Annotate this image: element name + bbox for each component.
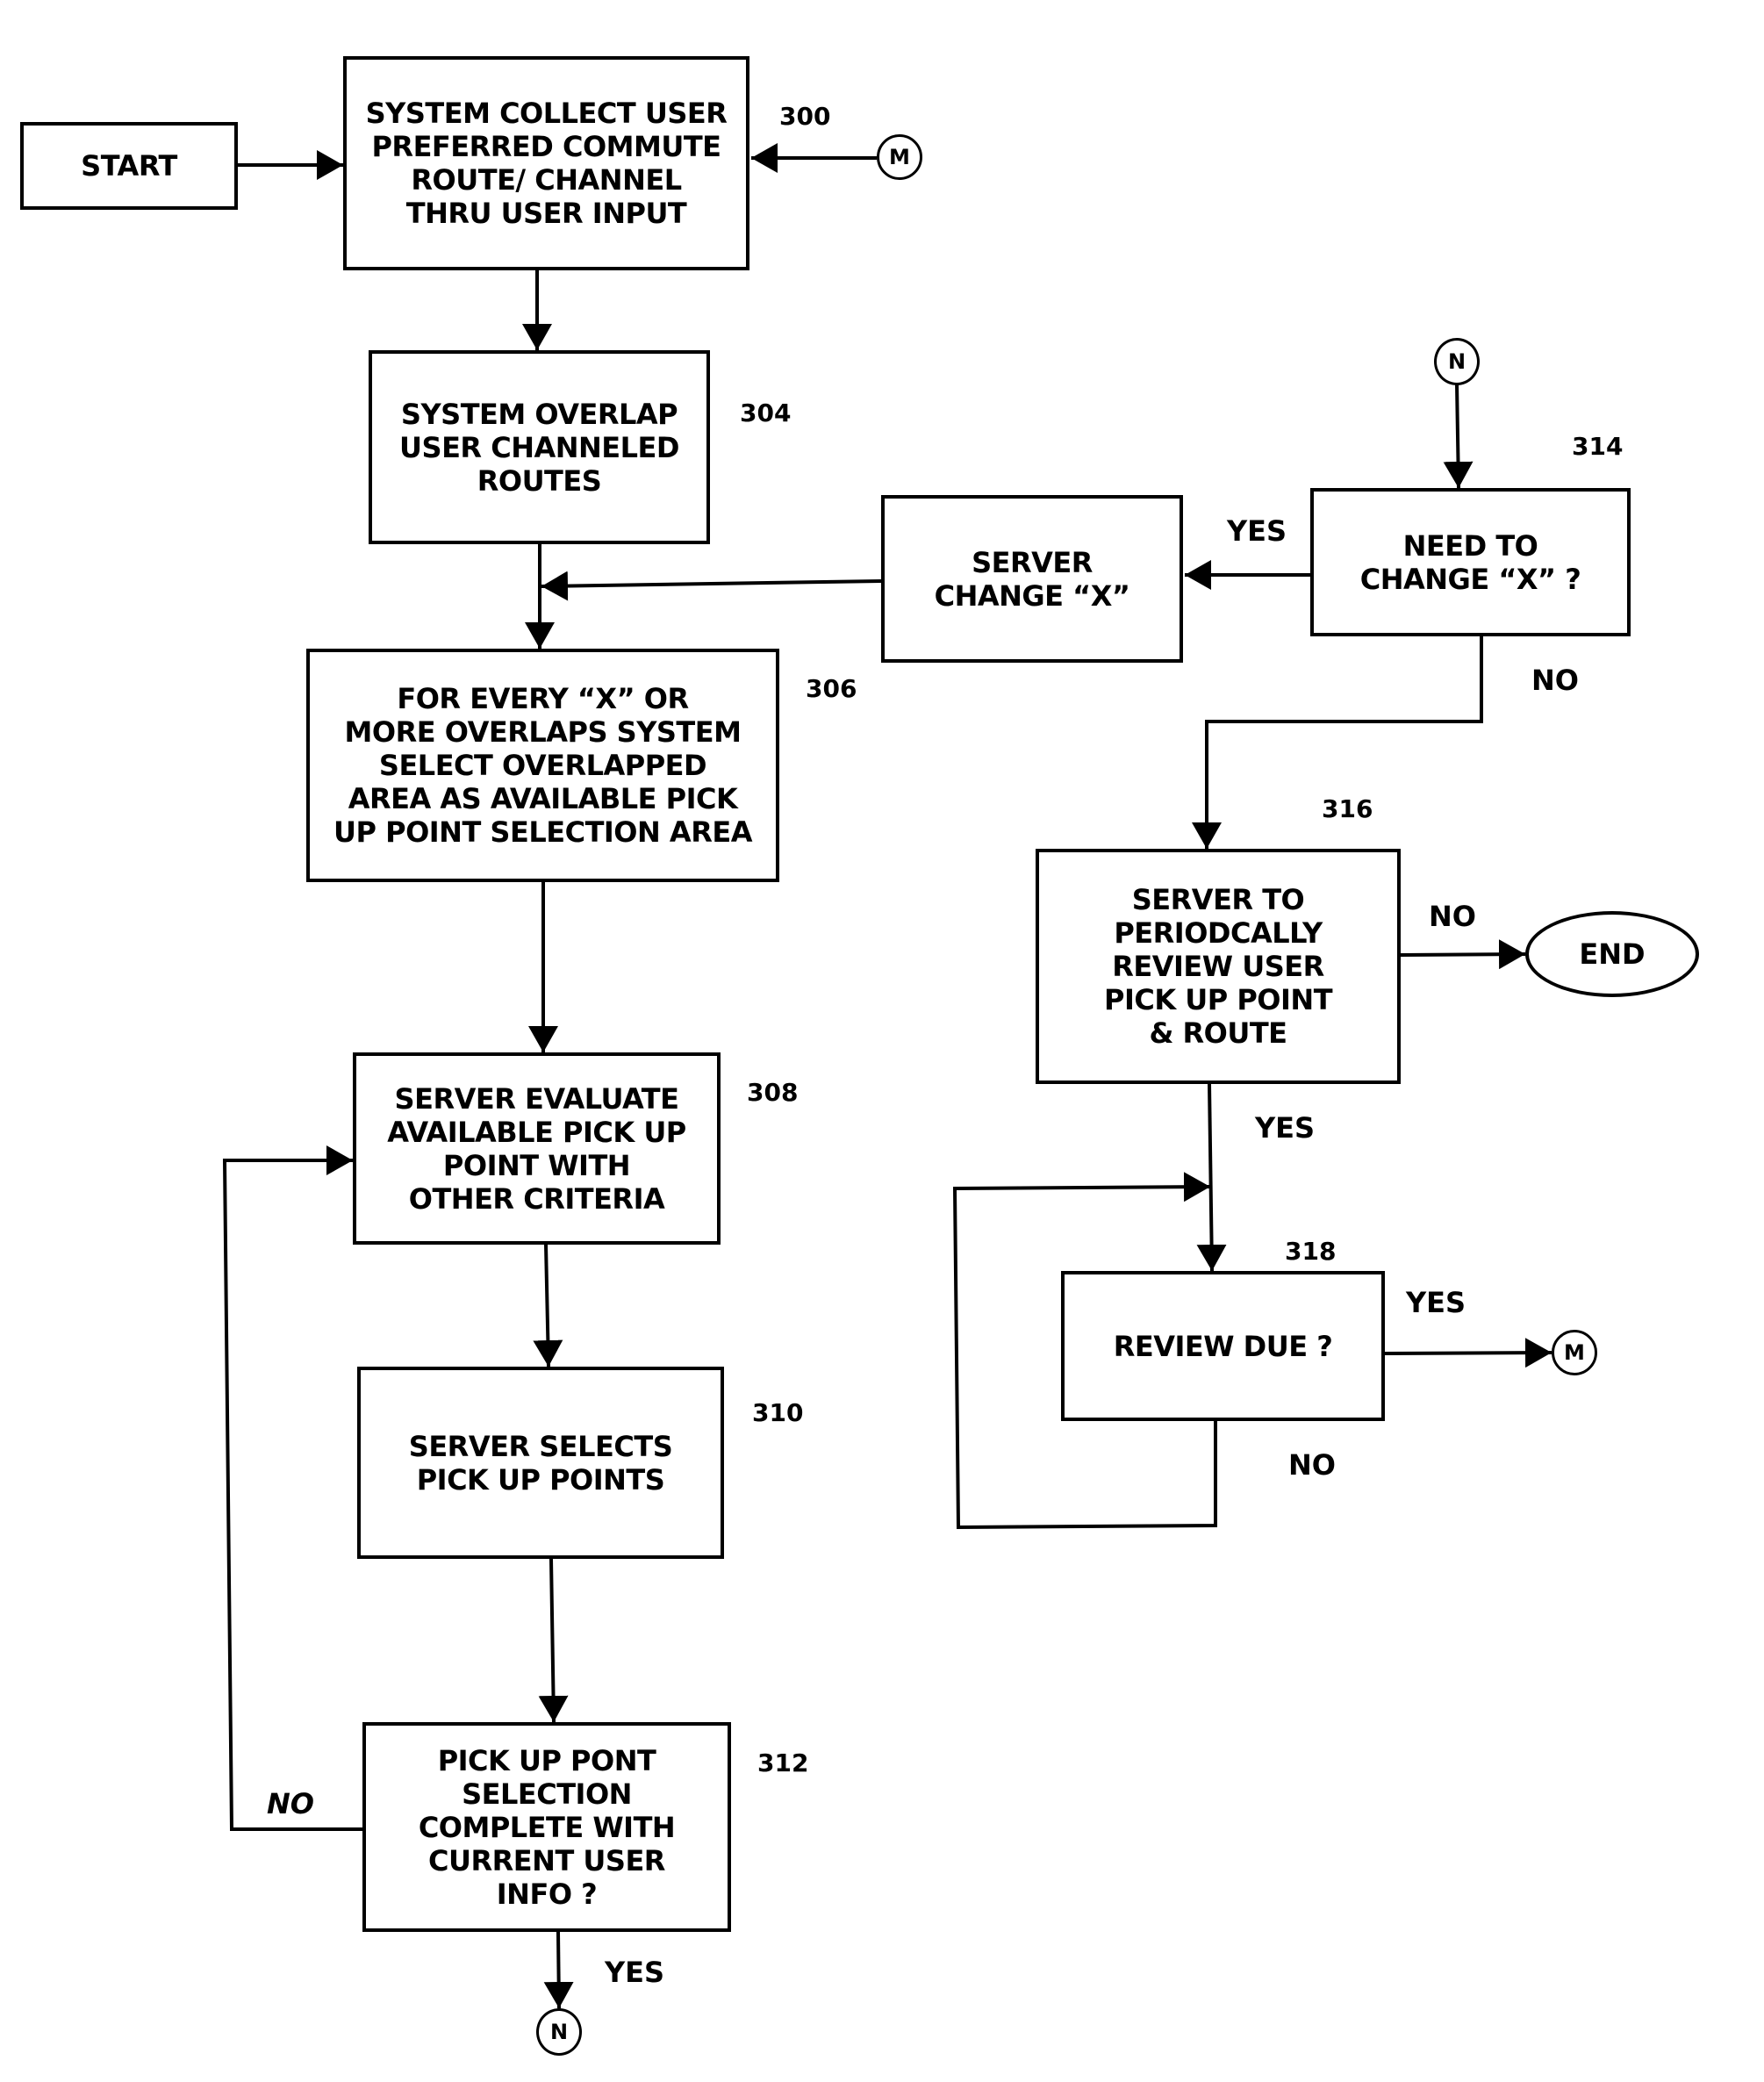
step-308-box[interactable]: SERVER EVALUATE AVAILABLE PICK UP POINT …	[353, 1052, 721, 1245]
step-306-text: FOR EVERY “X” OR MORE OVERLAPS SYSTEM SE…	[333, 682, 752, 849]
edge-308-to-310	[533, 1244, 563, 1368]
connector-m-right-label: M	[1564, 1340, 1585, 1365]
edge-316-no-to-end	[1400, 939, 1526, 970]
server-change-x-text: SERVER CHANGE “X”	[934, 545, 1130, 613]
connector-n-top[interactable]: N	[1434, 338, 1480, 385]
step-310-box[interactable]: SERVER SELECTS PICK UP POINTS	[357, 1367, 724, 1559]
start-terminal[interactable]: START	[20, 122, 238, 210]
edge-label-312-no: NO	[267, 1787, 314, 1820]
edge-312-yes-to-n	[543, 1931, 574, 2009]
server-change-x-box[interactable]: SERVER CHANGE “X”	[881, 495, 1183, 663]
step-310-text: SERVER SELECTS PICK UP POINTS	[408, 1429, 673, 1497]
step-306-box[interactable]: FOR EVERY “X” OR MORE OVERLAPS SYSTEM SE…	[306, 649, 779, 882]
step-308-text: SERVER EVALUATE AVAILABLE PICK UP POINT …	[387, 1081, 686, 1216]
edge-n-to-314	[1443, 384, 1474, 489]
connector-m-top[interactable]: M	[877, 134, 922, 180]
step-304-text: SYSTEM OVERLAP USER CHANNELED ROUTES	[399, 397, 679, 498]
edge-label-316-no: NO	[1429, 900, 1476, 933]
edge-label-314-no: NO	[1531, 664, 1579, 697]
edge-label-318-no: NO	[1288, 1448, 1336, 1482]
end-terminal[interactable]: END	[1525, 911, 1699, 997]
step-300-box[interactable]: SYSTEM COLLECT USER PREFERRED COMMUTE RO…	[343, 56, 749, 270]
edge-312-no-loop	[222, 1145, 362, 1831]
edge-label-314-yes: YES	[1227, 514, 1287, 548]
step-316-text: SERVER TO PERIODCALLY REVIEW USER PICK U…	[1103, 883, 1333, 1050]
edge-label-312-yes: YES	[605, 1956, 665, 1989]
connector-m-right[interactable]: M	[1552, 1330, 1597, 1375]
step-318-text: REVIEW DUE ?	[1113, 1329, 1333, 1363]
step-314-ref: 314	[1572, 432, 1624, 461]
step-300-ref: 300	[779, 102, 831, 131]
step-316-ref: 316	[1322, 794, 1373, 823]
step-314-box[interactable]: NEED TO CHANGE “X” ?	[1310, 488, 1631, 636]
step-306-ref: 306	[806, 674, 857, 703]
step-318-ref: 318	[1285, 1237, 1337, 1266]
step-316-box[interactable]: SERVER TO PERIODCALLY REVIEW USER PICK U…	[1036, 849, 1401, 1084]
connector-m-top-label: M	[889, 145, 910, 169]
edge-server-change-to-main	[541, 571, 882, 601]
edge-label-316-yes: YES	[1255, 1111, 1316, 1145]
flowchart-connectors	[222, 143, 1552, 2009]
step-310-ref: 310	[752, 1398, 804, 1427]
connector-n-bottom[interactable]: N	[536, 2008, 582, 2056]
step-304-box[interactable]: SYSTEM OVERLAP USER CHANNELED ROUTES	[369, 350, 710, 544]
step-308-ref: 308	[747, 1078, 799, 1107]
step-312-box[interactable]: PICK UP PONT SELECTION COMPLETE WITH CUR…	[362, 1722, 731, 1932]
edge-316-yes-to-318	[1196, 1083, 1227, 1272]
step-312-text: PICK UP PONT SELECTION COMPLETE WITH CUR…	[418, 1743, 676, 1911]
step-312-ref: 312	[757, 1748, 809, 1777]
edge-310-to-312	[538, 1558, 569, 1723]
step-314-text: NEED TO CHANGE “X” ?	[1359, 528, 1581, 596]
edge-label-318-yes: YES	[1406, 1286, 1466, 1319]
step-300-text: SYSTEM COLLECT USER PREFERRED COMMUTE RO…	[365, 97, 728, 230]
connector-n-top-label: N	[1447, 349, 1466, 374]
end-label: END	[1579, 937, 1646, 971]
step-304-ref: 304	[740, 398, 792, 427]
connector-n-bottom-label: N	[549, 2020, 569, 2044]
start-label: START	[81, 149, 177, 183]
step-318-box[interactable]: REVIEW DUE ?	[1061, 1271, 1385, 1421]
